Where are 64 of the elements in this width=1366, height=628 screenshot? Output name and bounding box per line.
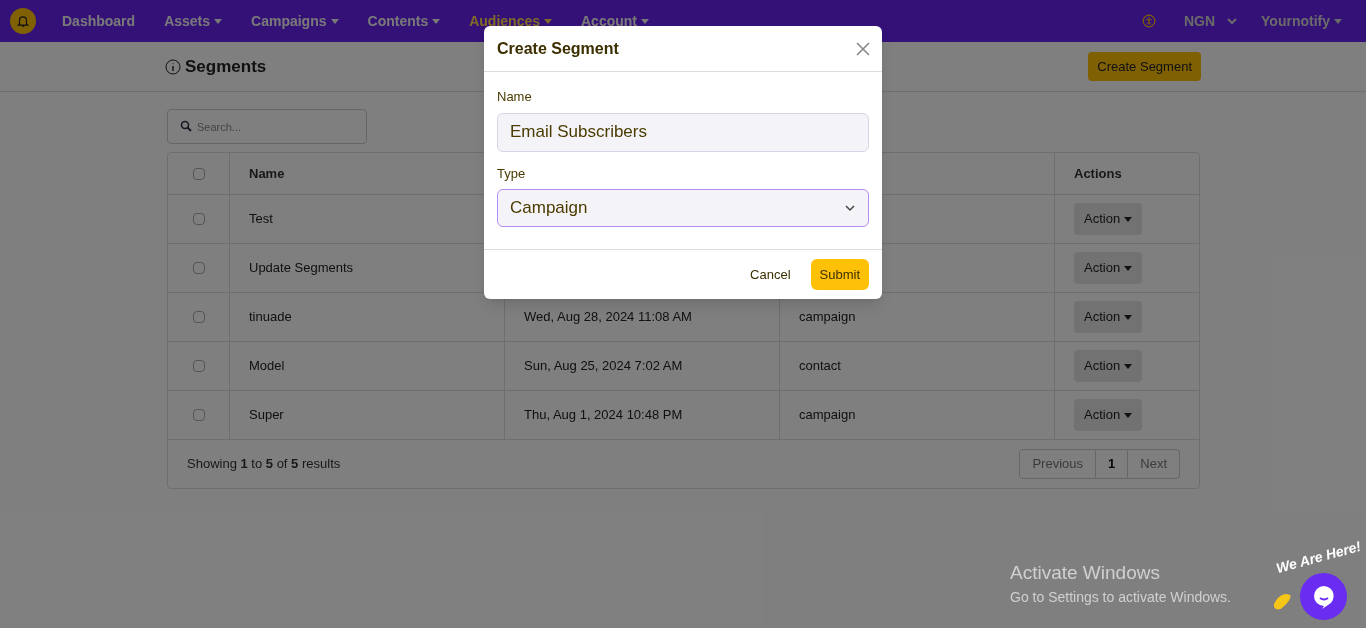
currency-select[interactable]: NGN [1183, 10, 1238, 32]
chat-button[interactable] [1300, 573, 1347, 620]
table-cell-text: tinuade [249, 308, 292, 327]
search-field[interactable]: Search... [167, 109, 367, 144]
nav-link[interactable]: Campaigns [251, 10, 339, 32]
row-checkbox[interactable] [192, 409, 205, 421]
table-cell-text: Sun, Aug 25, 2024 7:02 AM [524, 357, 683, 376]
chat-caption: We Are Here! [1273, 537, 1364, 578]
table-cell-text: Wed, Aug 28, 2024 11:08 AM [524, 308, 692, 327]
action-button[interactable]: Action [1074, 252, 1143, 284]
column-header: Actions [1074, 164, 1122, 183]
select-all-checkbox[interactable] [192, 167, 205, 180]
row-checkbox[interactable] [192, 213, 205, 225]
field-label: Type [497, 164, 527, 183]
row-checkbox[interactable] [192, 311, 205, 323]
name-input[interactable]: Email Subscribers [497, 112, 869, 152]
table-cell-text: Update Segments [249, 259, 354, 278]
table-cell-text: Super [249, 406, 284, 425]
close-icon[interactable] [856, 41, 870, 56]
table-cell-text: Test [249, 210, 273, 229]
modal-title: Create Segment [497, 38, 619, 59]
nav-link[interactable]: Dashboard [62, 10, 136, 32]
accessibility-icon[interactable] [1141, 14, 1156, 28]
nav-link[interactable]: Assets [164, 10, 223, 32]
table-cell-text: campaign [799, 308, 856, 327]
caret-icon [1124, 363, 1133, 369]
submit-button[interactable]: Submit [810, 258, 869, 291]
action-button[interactable]: Action [1074, 350, 1143, 382]
bell-logo-icon [10, 8, 36, 34]
column-header: Name [249, 164, 285, 183]
table-cell-text: contact [799, 357, 841, 376]
table-cell-text: Thu, Aug 1, 2024 10:48 PM [524, 406, 683, 425]
activation-title: Activate Windows [1010, 560, 1161, 585]
info-icon [165, 58, 181, 75]
nav-link[interactable]: Contents [367, 10, 441, 32]
search-icon [180, 120, 192, 132]
type-select[interactable]: Campaign [497, 189, 869, 227]
table-cell-text: Model [249, 357, 285, 376]
chevron-down-icon [1227, 17, 1238, 25]
caret-icon [1124, 314, 1133, 320]
chevron-down-icon [844, 204, 856, 212]
activation-text: Go to Settings to activate Windows. [1010, 588, 1231, 607]
pagination-button[interactable]: Next [1127, 450, 1179, 478]
row-checkbox[interactable] [192, 262, 205, 274]
nav-link[interactable]: Account [581, 10, 649, 32]
action-button[interactable]: Action [1074, 203, 1143, 235]
nav-link[interactable]: Audiences [469, 10, 552, 32]
pagination-button[interactable]: Previous [1020, 450, 1096, 478]
caret-icon [1124, 265, 1133, 271]
create-segment-button[interactable]: Create Segment [1088, 51, 1201, 82]
results-summary: Showing 1 to 5 of 5 results [187, 455, 341, 474]
action-button[interactable]: Action [1074, 301, 1143, 333]
pagination-button[interactable]: 1 [1095, 450, 1128, 478]
caret-icon [1124, 216, 1133, 222]
table-cell-text: campaign [799, 406, 856, 425]
caret-icon [1124, 412, 1133, 418]
page-title: Segments [185, 55, 267, 78]
caret-icon [1334, 18, 1342, 24]
field-label: Name [497, 88, 533, 106]
chat-bubble-icon [1311, 583, 1336, 610]
cancel-button[interactable]: Cancel [750, 264, 791, 285]
action-button[interactable]: Action [1074, 399, 1143, 431]
row-checkbox[interactable] [192, 360, 205, 372]
user-menu[interactable]: Yournotify [1261, 10, 1342, 32]
